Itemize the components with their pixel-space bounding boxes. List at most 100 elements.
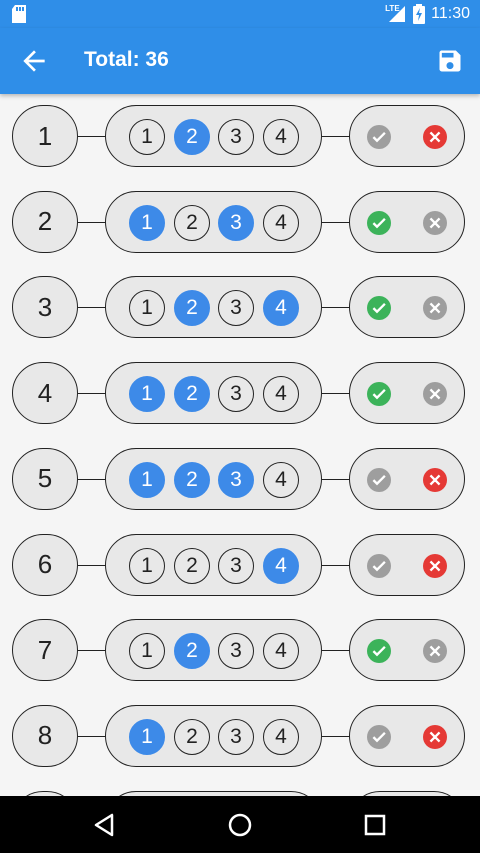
row-number: 2	[12, 190, 78, 253]
list-row: 21234	[0, 190, 480, 255]
option-toggle-3[interactable]: 3	[218, 633, 254, 670]
option-toggle-1[interactable]: 1	[129, 633, 165, 670]
check-icon	[372, 731, 386, 743]
list-row: 6 1234	[0, 533, 480, 598]
option-group: 1234	[105, 447, 322, 510]
close-icon	[429, 217, 441, 229]
close-icon	[429, 388, 441, 400]
option-toggle-2[interactable]: 2	[174, 204, 210, 241]
row-number: 5	[12, 447, 78, 510]
connector-line	[78, 478, 106, 480]
check-icon	[372, 474, 386, 486]
connector-line	[78, 136, 106, 137]
option-toggle-2[interactable]: 2	[174, 718, 210, 755]
mark-correct-button[interactable]	[367, 210, 391, 235]
status-toggle-group	[349, 190, 465, 253]
status-toggle-group	[349, 362, 465, 425]
option-toggle-4[interactable]: 4	[263, 376, 299, 413]
mark-correct-button[interactable]	[367, 125, 391, 149]
option-toggle-3[interactable]: 3	[218, 204, 254, 241]
status-toggle-group	[349, 704, 465, 767]
option-toggle-2[interactable]: 2	[174, 633, 210, 670]
clock: 11:30	[431, 5, 470, 22]
mark-correct-button[interactable]	[367, 639, 391, 664]
close-icon	[429, 560, 441, 571]
status-toggle-group	[349, 276, 465, 339]
row-number: 7	[12, 619, 78, 682]
mark-wrong-button[interactable]	[423, 639, 447, 664]
nav-recents-icon	[364, 814, 386, 836]
nav-home-button[interactable]	[225, 810, 255, 840]
check-icon	[372, 389, 386, 400]
option-toggle-2[interactable]: 2	[174, 290, 210, 327]
option-toggle-1[interactable]: 1	[129, 204, 165, 241]
mark-wrong-button[interactable]	[423, 382, 447, 407]
row-number: 1	[12, 105, 78, 167]
option-toggle-1[interactable]: 1	[129, 547, 165, 584]
mark-wrong-button[interactable]	[423, 467, 447, 492]
option-toggle-3[interactable]: 3	[218, 119, 254, 155]
mark-correct-button[interactable]	[367, 724, 391, 749]
row-list[interactable]: 1123421234312344123451234612347123481234	[0, 94, 480, 796]
close-icon	[429, 303, 441, 314]
save-button[interactable]	[436, 47, 464, 75]
row-number: 3	[12, 276, 78, 339]
option-toggle-2[interactable]: 2	[174, 461, 210, 498]
list-row: 5 1234	[0, 447, 480, 512]
option-toggle-3[interactable]: 3	[218, 461, 254, 498]
option-group: 1234	[105, 105, 322, 167]
option-toggle-4[interactable]: 4	[263, 290, 299, 327]
option-toggle-1[interactable]: 1	[129, 461, 165, 498]
option-toggle-2[interactable]: 2	[174, 119, 210, 155]
back-button[interactable]	[18, 45, 50, 77]
option-toggle-4[interactable]: 4	[263, 461, 299, 498]
close-icon	[429, 645, 441, 657]
option-toggle-4[interactable]: 4	[263, 633, 299, 670]
nav-recents-button[interactable]	[360, 810, 390, 840]
option-toggle-4[interactable]: 4	[263, 204, 299, 241]
battery-charging-icon	[413, 4, 426, 24]
check-icon	[372, 646, 386, 657]
option-group: 1234	[105, 533, 322, 596]
mark-wrong-button[interactable]	[423, 210, 447, 235]
nav-back-icon	[94, 813, 114, 837]
option-toggle-3[interactable]: 3	[218, 376, 254, 413]
connector-line	[322, 735, 350, 737]
option-toggle-3[interactable]: 3	[218, 290, 254, 327]
option-toggle-1[interactable]: 1	[129, 376, 165, 413]
option-toggle-3[interactable]: 3	[218, 547, 254, 584]
option-toggle-2[interactable]: 2	[174, 547, 210, 584]
option-toggle-1[interactable]: 1	[129, 290, 165, 327]
option-toggle-4[interactable]: 4	[263, 547, 299, 584]
mark-correct-button[interactable]	[367, 553, 391, 578]
list-row: 8 1234	[0, 704, 480, 769]
nav-home-icon	[228, 813, 252, 837]
mark-wrong-button[interactable]	[423, 296, 447, 321]
option-toggle-2[interactable]: 2	[174, 376, 210, 413]
status-toggle-group	[349, 105, 465, 167]
sd-card-icon	[12, 5, 26, 28]
mark-correct-button[interactable]	[367, 382, 391, 407]
mark-correct-button[interactable]	[367, 467, 391, 492]
mark-correct-button[interactable]	[367, 296, 391, 321]
connector-line	[322, 136, 350, 137]
check-icon	[372, 132, 386, 143]
option-toggle-1[interactable]: 1	[129, 119, 165, 155]
option-toggle-4[interactable]: 4	[263, 119, 299, 155]
mark-wrong-button[interactable]	[423, 724, 447, 749]
option-group: 1234	[105, 362, 322, 425]
option-group: 1234	[105, 619, 322, 682]
option-toggle-3[interactable]: 3	[218, 718, 254, 755]
status-bar: LTE 11:30	[0, 0, 480, 28]
list-row: 11234	[0, 105, 480, 169]
close-icon	[429, 731, 441, 743]
check-icon	[372, 217, 386, 229]
mark-wrong-button[interactable]	[423, 553, 447, 578]
page-title: Total: 36	[84, 48, 169, 71]
option-toggle-4[interactable]: 4	[263, 718, 299, 755]
mark-wrong-button[interactable]	[423, 125, 447, 149]
option-toggle-1[interactable]: 1	[129, 718, 165, 755]
nav-back-button[interactable]	[90, 810, 120, 840]
row-number: 8	[12, 704, 78, 767]
connector-line	[322, 307, 350, 309]
